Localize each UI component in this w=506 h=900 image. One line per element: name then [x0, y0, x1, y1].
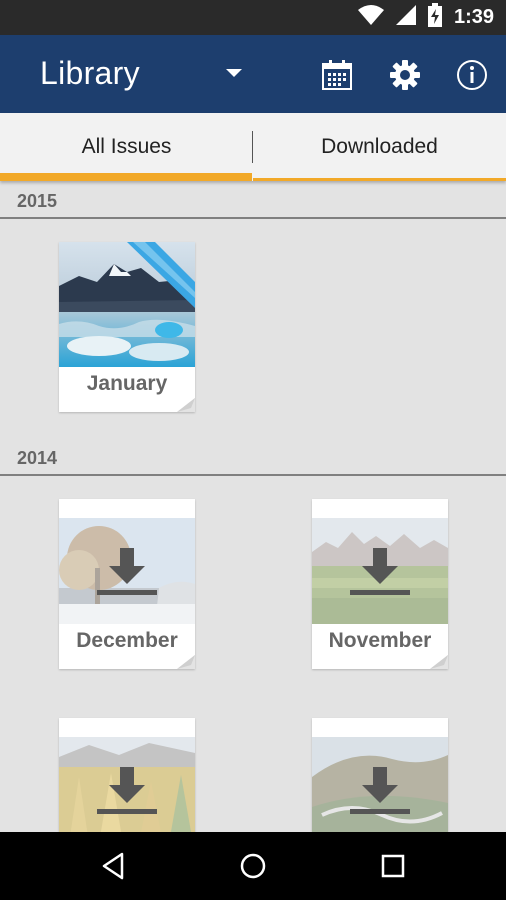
download-icon[interactable]: [59, 737, 195, 832]
battery-charging-icon: [427, 3, 442, 32]
status-icons: 1:39: [357, 3, 494, 32]
issue-card-december[interactable]: December: [59, 499, 195, 669]
page-curl-icon: [177, 655, 195, 669]
issue-card-november[interactable]: November: [312, 499, 448, 669]
issue-label: December: [76, 629, 178, 652]
tab-underline: [253, 178, 506, 181]
library-dropdown-icon[interactable]: [226, 69, 242, 77]
signal-icon: [395, 5, 416, 30]
section-header-2014: 2014: [0, 438, 506, 476]
tab-all-issues[interactable]: All Issues: [0, 113, 253, 181]
issue-cover-image: [59, 242, 195, 367]
info-icon[interactable]: [452, 55, 492, 95]
tab-downloaded[interactable]: Downloaded: [253, 113, 506, 181]
section-year: 2015: [17, 191, 58, 211]
section-year: 2014: [17, 448, 58, 468]
settings-gear-icon[interactable]: [385, 55, 425, 95]
system-nav-bar: [0, 832, 506, 900]
page-title[interactable]: Library: [40, 55, 140, 92]
download-icon[interactable]: [59, 518, 195, 624]
section-divider: [0, 474, 506, 476]
tab-bar: All Issues Downloaded: [0, 113, 506, 181]
library-content[interactable]: 2015 January 2014 December November: [0, 181, 506, 832]
download-icon[interactable]: [312, 737, 448, 832]
recents-icon[interactable]: [373, 846, 413, 886]
wifi-icon: [357, 5, 384, 30]
page-curl-icon: [177, 398, 195, 412]
status-time: 1:39: [453, 6, 494, 28]
calendar-icon[interactable]: [317, 55, 357, 95]
issue-label: January: [86, 372, 168, 395]
status-bar: 1:39: [0, 0, 506, 35]
issue-card[interactable]: [59, 718, 195, 832]
active-tab-indicator: [0, 173, 252, 181]
section-header-2015: 2015: [0, 181, 506, 219]
home-icon[interactable]: [233, 846, 273, 886]
issue-label: November: [328, 629, 432, 652]
app-bar: Library: [0, 35, 506, 113]
download-icon[interactable]: [312, 518, 448, 624]
back-icon[interactable]: [93, 846, 133, 886]
page-curl-icon: [430, 655, 448, 669]
issue-card[interactable]: [312, 718, 448, 832]
issue-card-january[interactable]: January: [59, 242, 195, 412]
section-divider: [0, 217, 506, 219]
